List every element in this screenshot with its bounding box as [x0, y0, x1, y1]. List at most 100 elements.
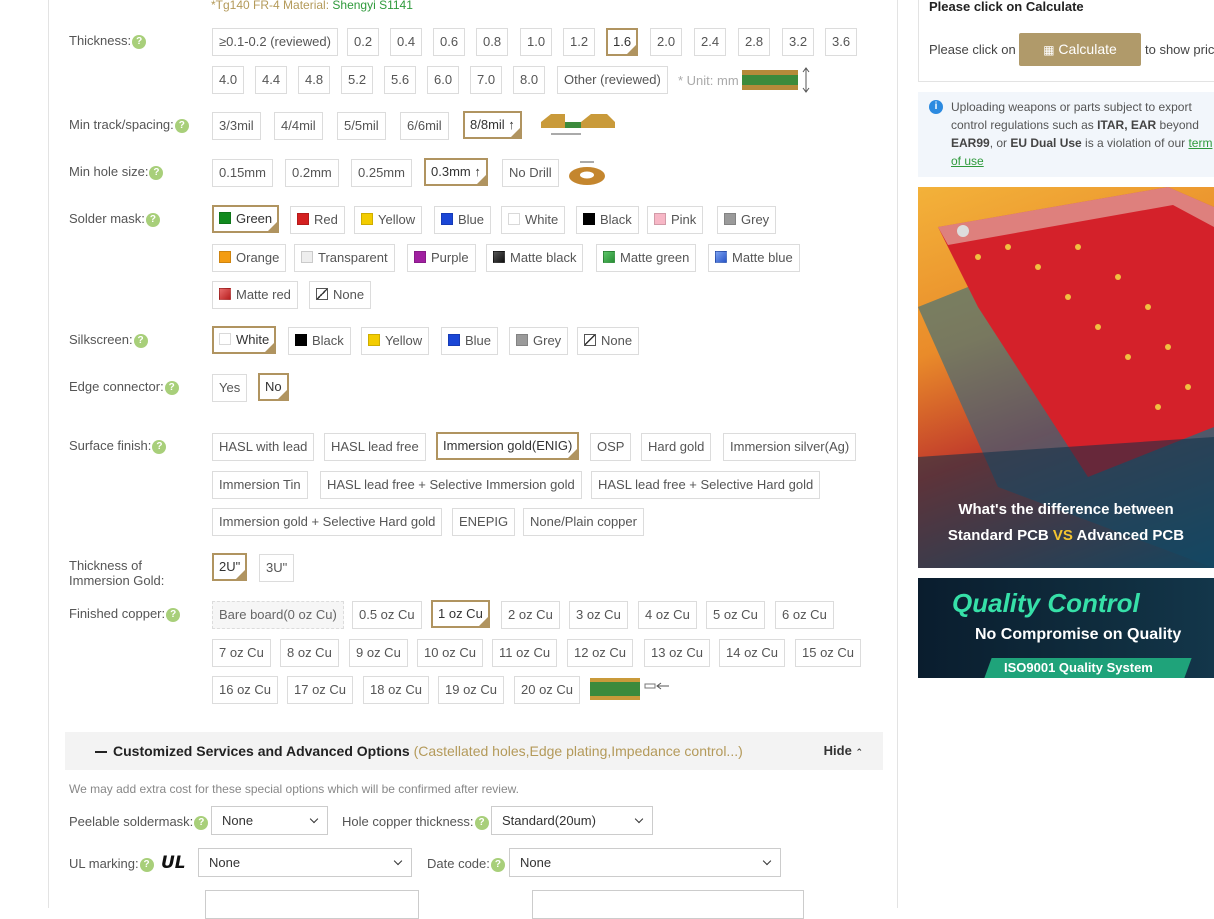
copper-option[interactable]: 5 oz Cu	[706, 601, 765, 629]
min-hole-option[interactable]: No Drill	[502, 159, 559, 187]
silkscreen-yellow[interactable]: Yellow	[361, 327, 430, 355]
thickness-option[interactable]: 4.8	[298, 66, 331, 94]
thickness-option[interactable]: 4.0	[212, 66, 245, 94]
copper-option[interactable]: 4 oz Cu	[638, 601, 697, 629]
copper-option[interactable]: 15 oz Cu	[795, 639, 862, 667]
silkscreen-black[interactable]: Black	[288, 327, 351, 355]
help-icon[interactable]: ?	[132, 34, 147, 49]
copper-option[interactable]: 2 oz Cu	[501, 601, 560, 629]
thickness-option[interactable]: 6.0	[427, 66, 460, 94]
solder-mask-red[interactable]: Red	[290, 206, 345, 234]
copper-option[interactable]: 16 oz Cu	[212, 676, 279, 704]
solder-mask-transparent[interactable]: Transparent	[294, 244, 395, 272]
copper-option[interactable]: 12 oz Cu	[567, 639, 634, 667]
solder-mask-matte-red[interactable]: Matte red	[212, 281, 298, 309]
surface-finish-option[interactable]: Immersion silver(Ag)	[723, 433, 857, 461]
solder-mask-blue[interactable]: Blue	[434, 206, 492, 234]
solder-mask-yellow[interactable]: Yellow	[354, 206, 423, 234]
thickness-option-selected[interactable]: 1.6	[606, 28, 639, 56]
solder-mask-matte-blue[interactable]: Matte blue	[708, 244, 800, 272]
surface-finish-option[interactable]: OSP	[590, 433, 632, 461]
edge-connector-no[interactable]: No	[258, 373, 289, 401]
thickness-option[interactable]: 3.6	[825, 28, 858, 56]
next-select[interactable]	[205, 890, 419, 919]
solder-mask-white[interactable]: White	[501, 206, 566, 234]
terms-link[interactable]: of use	[951, 154, 984, 168]
solder-mask-purple[interactable]: Purple	[407, 244, 476, 272]
min-track-option[interactable]: 3/3mil	[212, 112, 261, 140]
thickness-option[interactable]: Other (reviewed)	[557, 66, 668, 94]
help-icon[interactable]: ?	[194, 815, 209, 830]
help-icon[interactable]: ?	[145, 212, 160, 227]
copper-option[interactable]: 11 oz Cu	[492, 639, 558, 667]
thickness-option[interactable]: 1.2	[563, 28, 596, 56]
silkscreen-white[interactable]: White	[212, 326, 277, 354]
thickness-option[interactable]: 4.4	[255, 66, 288, 94]
thickness-option[interactable]: 2.0	[650, 28, 683, 56]
help-icon[interactable]: ?	[474, 815, 489, 830]
copper-option[interactable]: 17 oz Cu	[287, 676, 354, 704]
min-hole-option[interactable]: 0.15mm	[212, 159, 273, 187]
copper-option[interactable]: 10 oz Cu	[417, 639, 484, 667]
advanced-options-header[interactable]: Customized Services and Advanced Options…	[65, 732, 883, 770]
thickness-option[interactable]: 1.0	[520, 28, 553, 56]
peelable-select[interactable]: None	[211, 806, 328, 835]
copper-option[interactable]: 7 oz Cu	[212, 639, 271, 667]
calculate-button[interactable]: ▦ Calculate	[1019, 33, 1141, 66]
min-track-option[interactable]: 6/6mil	[400, 112, 449, 140]
thickness-option[interactable]: 8.0	[513, 66, 546, 94]
surface-finish-option-selected[interactable]: Immersion gold(ENIG)	[436, 432, 580, 460]
solder-mask-green[interactable]: Green	[212, 205, 280, 233]
silkscreen-none[interactable]: None	[577, 327, 640, 355]
thickness-option[interactable]: 3.2	[782, 28, 815, 56]
min-hole-option-selected[interactable]: 0.3mm ↑	[424, 158, 488, 186]
copper-option[interactable]: 0.5 oz Cu	[352, 601, 422, 629]
copper-option-selected[interactable]: 1 oz Cu	[431, 600, 490, 628]
help-icon[interactable]: ?	[139, 857, 154, 872]
copper-option[interactable]: 20 oz Cu	[514, 676, 581, 704]
solder-mask-orange[interactable]: Orange	[212, 244, 287, 272]
thickness-option[interactable]: 5.2	[341, 66, 374, 94]
copper-option[interactable]: 8 oz Cu	[280, 639, 339, 667]
surface-finish-option[interactable]: HASL with lead	[212, 433, 315, 461]
help-icon[interactable]: ?	[149, 165, 164, 180]
help-icon[interactable]: ?	[133, 333, 148, 348]
thickness-option[interactable]: 7.0	[470, 66, 503, 94]
edge-connector-yes[interactable]: Yes	[212, 374, 248, 402]
solder-mask-none[interactable]: None	[309, 281, 372, 309]
silkscreen-grey[interactable]: Grey	[509, 327, 569, 355]
thickness-option[interactable]: 5.6	[384, 66, 417, 94]
gold-thickness-2u[interactable]: 2U"	[212, 553, 248, 581]
thickness-option[interactable]: 0.4	[390, 28, 423, 56]
min-hole-option[interactable]: 0.25mm	[351, 159, 412, 187]
thickness-option[interactable]: ≥0.1-0.2 (reviewed)	[212, 28, 338, 56]
pcb-comparison-banner[interactable]: What's the difference between Standard P…	[918, 187, 1214, 568]
min-hole-option[interactable]: 0.2mm	[285, 159, 339, 187]
help-icon[interactable]: ?	[152, 439, 167, 454]
surface-finish-option[interactable]: Hard gold	[641, 433, 712, 461]
copper-option[interactable]: 14 oz Cu	[719, 639, 786, 667]
terms-link[interactable]: term	[1188, 136, 1212, 150]
date-code-select[interactable]: None	[509, 848, 781, 877]
thickness-option[interactable]: 0.8	[476, 28, 509, 56]
solder-mask-matte-black[interactable]: Matte black	[486, 244, 584, 272]
solder-mask-matte-green[interactable]: Matte green	[596, 244, 697, 272]
copper-option[interactable]: 3 oz Cu	[569, 601, 628, 629]
quality-control-banner[interactable]: Quality Control No Compromise on Quality…	[918, 578, 1214, 678]
surface-finish-option[interactable]: None/Plain copper	[523, 508, 644, 536]
thickness-option[interactable]: 0.2	[347, 28, 380, 56]
help-icon[interactable]: ?	[166, 607, 181, 622]
copper-option[interactable]: 6 oz Cu	[775, 601, 834, 629]
copper-option[interactable]: 19 oz Cu	[438, 676, 505, 704]
surface-finish-option[interactable]: ENEPIG	[452, 508, 516, 536]
ul-marking-select[interactable]: None	[198, 848, 412, 877]
surface-finish-option[interactable]: HASL lead free	[324, 433, 426, 461]
thickness-option[interactable]: 2.4	[694, 28, 727, 56]
solder-mask-black[interactable]: Black	[576, 206, 639, 234]
thickness-option[interactable]: 2.8	[738, 28, 771, 56]
solder-mask-grey[interactable]: Grey	[717, 206, 777, 234]
surface-finish-option[interactable]: Immersion gold + Selective Hard gold	[212, 508, 443, 536]
surface-finish-option[interactable]: Immersion Tin	[212, 471, 308, 499]
next-select[interactable]	[532, 890, 804, 919]
copper-option[interactable]: 13 oz Cu	[644, 639, 711, 667]
